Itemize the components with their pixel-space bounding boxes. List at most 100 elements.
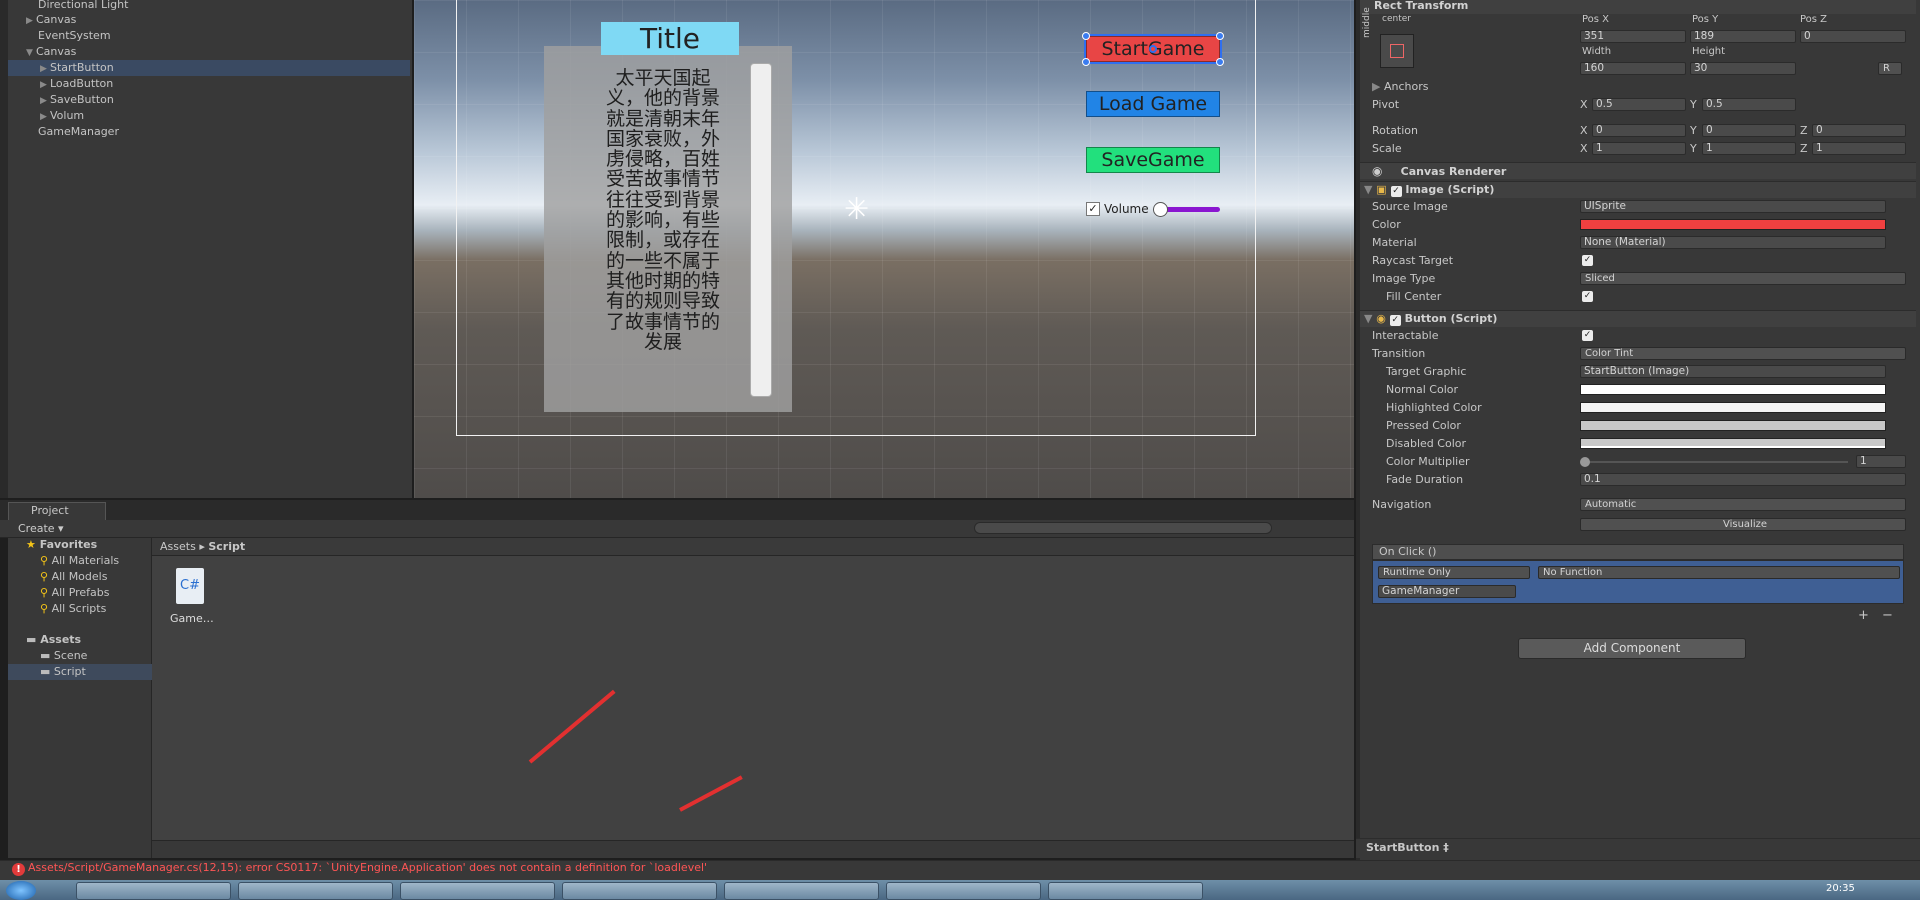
anchor-presets-icon[interactable] [1380,34,1414,68]
favorite-all-scripts[interactable]: ⚲ All Scripts [40,601,106,617]
story-text[interactable]: 太平天国起义，他的背景就是清朝末年国家衰败，外虏侵略，百姓受苦故事情节往往受到背… [598,68,728,352]
hierarchy-item-canvas[interactable]: ▶ Canvas [8,12,410,28]
raw-edit-button[interactable]: R [1878,62,1902,75]
hierarchy-item-gamemanager[interactable]: GameManager [8,124,410,140]
button-script-header[interactable]: ▼ ◉ ✓ Button (Script) [1360,310,1916,327]
interactable-checkbox[interactable]: ✓ [1582,330,1593,341]
favorite-all-models[interactable]: ⚲ All Models [40,569,107,585]
inspector-preview-bar[interactable]: StartButton ‡ [1356,838,1920,858]
rotation-z-field[interactable]: 0 [1812,124,1906,137]
transition-dropdown[interactable]: Color Tint [1580,347,1906,360]
load-game-button[interactable]: Load Game [1086,91,1220,117]
target-graphic-field[interactable]: StartButton (Image) [1580,365,1886,378]
hierarchy-item-startbutton[interactable]: ▶ StartButton [8,60,410,76]
highlighted-color-swatch[interactable] [1580,402,1886,413]
asset-grid[interactable] [152,556,1354,840]
taskbar-app-button[interactable] [886,882,1041,900]
rotation-x-field[interactable]: 0 [1592,124,1686,137]
csharp-file-icon[interactable]: C# [176,568,204,604]
anchors-foldout[interactable]: ▶ Anchors [1372,80,1428,93]
favorites-header[interactable]: ★ Favorites [26,537,97,553]
resize-handle[interactable] [1082,58,1090,66]
scale-y-field[interactable]: 1 [1702,142,1796,155]
function-dropdown[interactable]: No Function [1538,566,1900,579]
pos-x-field[interactable]: 351 [1580,30,1686,43]
width-field[interactable]: 160 [1580,62,1686,75]
taskbar-unity-button[interactable] [562,882,717,900]
rect-transform-header[interactable]: Rect Transform [1360,0,1916,14]
asset-size-slider[interactable] [152,840,1354,858]
color-multiplier-slider[interactable] [1584,461,1848,463]
scene-view[interactable]: Title 太平天国起义，他的背景就是清朝末年国家衰败，外虏侵略，百姓受苦故事情… [414,0,1354,498]
resize-handle[interactable] [1082,32,1090,40]
title-text[interactable]: Title [601,22,739,55]
pos-y-field[interactable]: 189 [1690,30,1796,43]
expand-icon[interactable]: ▶ [40,77,50,93]
image-script-header[interactable]: ▼ ▣ ✓ Image (Script) [1360,181,1916,198]
navigation-dropdown[interactable]: Automatic [1580,498,1906,511]
resize-handle[interactable] [1216,32,1224,40]
expand-icon[interactable]: ▶ [40,61,50,77]
fill-center-checkbox[interactable]: ✓ [1582,291,1593,302]
hierarchy-item-savebutton[interactable]: ▶ SaveButton [8,92,410,108]
color-multiplier-field[interactable]: 1 [1856,455,1906,468]
expand-icon[interactable]: ▶ [40,109,50,125]
visualize-button[interactable]: Visualize [1580,518,1906,531]
taskbar-app-button[interactable] [724,882,879,900]
taskbar-app-button[interactable] [1048,882,1203,900]
scale-z-field[interactable]: 1 [1812,142,1906,155]
breadcrumb-assets[interactable]: Assets [160,540,196,553]
folder-script[interactable]: ▬ Script [8,664,152,680]
image-type-dropdown[interactable]: Sliced [1580,272,1906,285]
slider-knob[interactable] [1580,457,1590,467]
image-color-swatch[interactable] [1580,219,1886,230]
resize-handle[interactable] [1216,58,1224,66]
light-gizmo-icon[interactable]: ✳ [844,195,869,225]
add-listener-button[interactable]: + [1858,608,1869,623]
taskbar-app-button[interactable] [400,882,555,900]
expand-icon[interactable]: ▶ [40,93,50,109]
start-orb-icon[interactable] [6,881,36,900]
expand-icon[interactable]: ▶ [26,13,36,29]
favorite-all-materials[interactable]: ⚲ All Materials [40,553,119,569]
button-enabled-checkbox[interactable]: ✓ [1389,315,1401,326]
collapse-icon[interactable]: ▼ [26,45,36,61]
raycast-target-checkbox[interactable]: ✓ [1582,255,1593,266]
canvas-renderer-header[interactable]: ◉ Canvas Renderer [1360,162,1916,179]
assets-header[interactable]: ▬ Assets [26,632,81,648]
material-field[interactable]: None (Material) [1580,236,1886,249]
taskbar-app-button[interactable] [238,882,393,900]
remove-listener-button[interactable]: − [1882,608,1893,623]
normal-color-swatch[interactable] [1580,384,1886,395]
folder-scene[interactable]: ▬ Scene [40,648,87,664]
pivot-x-field[interactable]: 0.5 [1592,98,1686,111]
asset-label[interactable]: Game… [170,612,214,625]
taskbar-clock[interactable]: 20:35 [1826,883,1855,894]
hierarchy-item-volum[interactable]: ▶ Volum [8,108,410,124]
rotation-y-field[interactable]: 0 [1702,124,1796,137]
story-scrollbar[interactable] [750,63,772,397]
hierarchy-item-canvas-expanded[interactable]: ▼ Canvas [8,44,410,60]
pivot-y-field[interactable]: 0.5 [1702,98,1796,111]
favorite-all-prefabs[interactable]: ⚲ All Prefabs [40,585,110,601]
volume-checkbox[interactable]: ✓ [1086,202,1100,216]
scale-x-field[interactable]: 1 [1592,142,1686,155]
taskbar-explorer-button[interactable] [76,882,231,900]
pressed-color-swatch[interactable] [1580,420,1886,431]
volume-slider-knob[interactable] [1153,202,1169,217]
error-message[interactable]: Assets/Script/GameManager.cs(12,15): err… [28,861,707,874]
gamemanager-object-field[interactable]: GameManager [1378,585,1516,598]
create-dropdown[interactable]: Create ▾ [18,521,64,537]
runtime-only-dropdown[interactable]: Runtime Only [1378,566,1530,579]
pos-z-field[interactable]: 0 [1800,30,1906,43]
save-game-button[interactable]: SaveGame [1086,147,1220,173]
hierarchy-item-eventsystem[interactable]: EventSystem [8,28,410,44]
height-field[interactable]: 30 [1690,62,1796,75]
project-search-input[interactable] [974,522,1272,534]
breadcrumb-script[interactable]: Script [208,540,245,553]
image-enabled-checkbox[interactable]: ✓ [1390,186,1402,197]
hierarchy-item-loadbutton[interactable]: ▶ LoadButton [8,76,410,92]
add-component-button[interactable]: Add Component [1518,638,1746,659]
source-image-field[interactable]: UISprite [1580,200,1886,213]
fade-duration-field[interactable]: 0.1 [1580,473,1906,486]
